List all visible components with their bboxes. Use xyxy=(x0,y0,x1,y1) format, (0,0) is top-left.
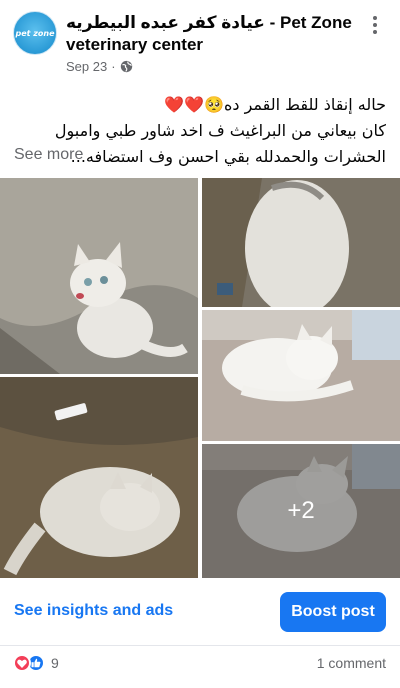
more-photos-overlay[interactable]: +2 xyxy=(202,444,400,578)
cat-photo-2[interactable] xyxy=(0,377,198,578)
post-meta: Sep 23 · xyxy=(66,59,133,74)
meta-separator: · xyxy=(111,59,116,74)
more-options-icon[interactable] xyxy=(364,14,386,36)
reaction-count: 9 xyxy=(51,655,59,671)
comment-count-link[interactable]: 1 comment xyxy=(317,655,386,671)
love-reaction-icon xyxy=(13,654,31,672)
see-more-link[interactable]: See more xyxy=(14,146,83,164)
globe-icon xyxy=(120,60,132,73)
cat-photo-4[interactable] xyxy=(202,310,400,441)
reaction-summary[interactable]: 9 xyxy=(13,654,59,672)
cat-photo-1[interactable] xyxy=(0,178,198,374)
cat-photo-5[interactable]: +2 xyxy=(202,444,400,578)
post-text-line: حاله إنقاذ للقط القمر ده🥺❤️❤️ xyxy=(164,95,386,114)
divider xyxy=(0,645,400,646)
avatar-label: pet zone xyxy=(15,28,55,38)
boost-post-button[interactable]: Boost post xyxy=(280,592,386,632)
post-text-line: كان بيعاني من البراغيث ف اخد شاور طبي وا… xyxy=(54,121,386,140)
photo-grid: +2 xyxy=(0,178,400,578)
cat-photo-3[interactable] xyxy=(202,178,400,307)
page-avatar[interactable]: pet zone xyxy=(13,11,57,55)
page-name[interactable]: عيادة كفر عبده البيطريه - Pet Zone veter… xyxy=(66,12,356,56)
see-insights-link[interactable]: See insights and ads xyxy=(14,602,173,620)
post-date[interactable]: Sep 23 xyxy=(66,59,107,74)
post-header: pet zone عيادة كفر عبده البيطريه - Pet Z… xyxy=(0,0,400,84)
